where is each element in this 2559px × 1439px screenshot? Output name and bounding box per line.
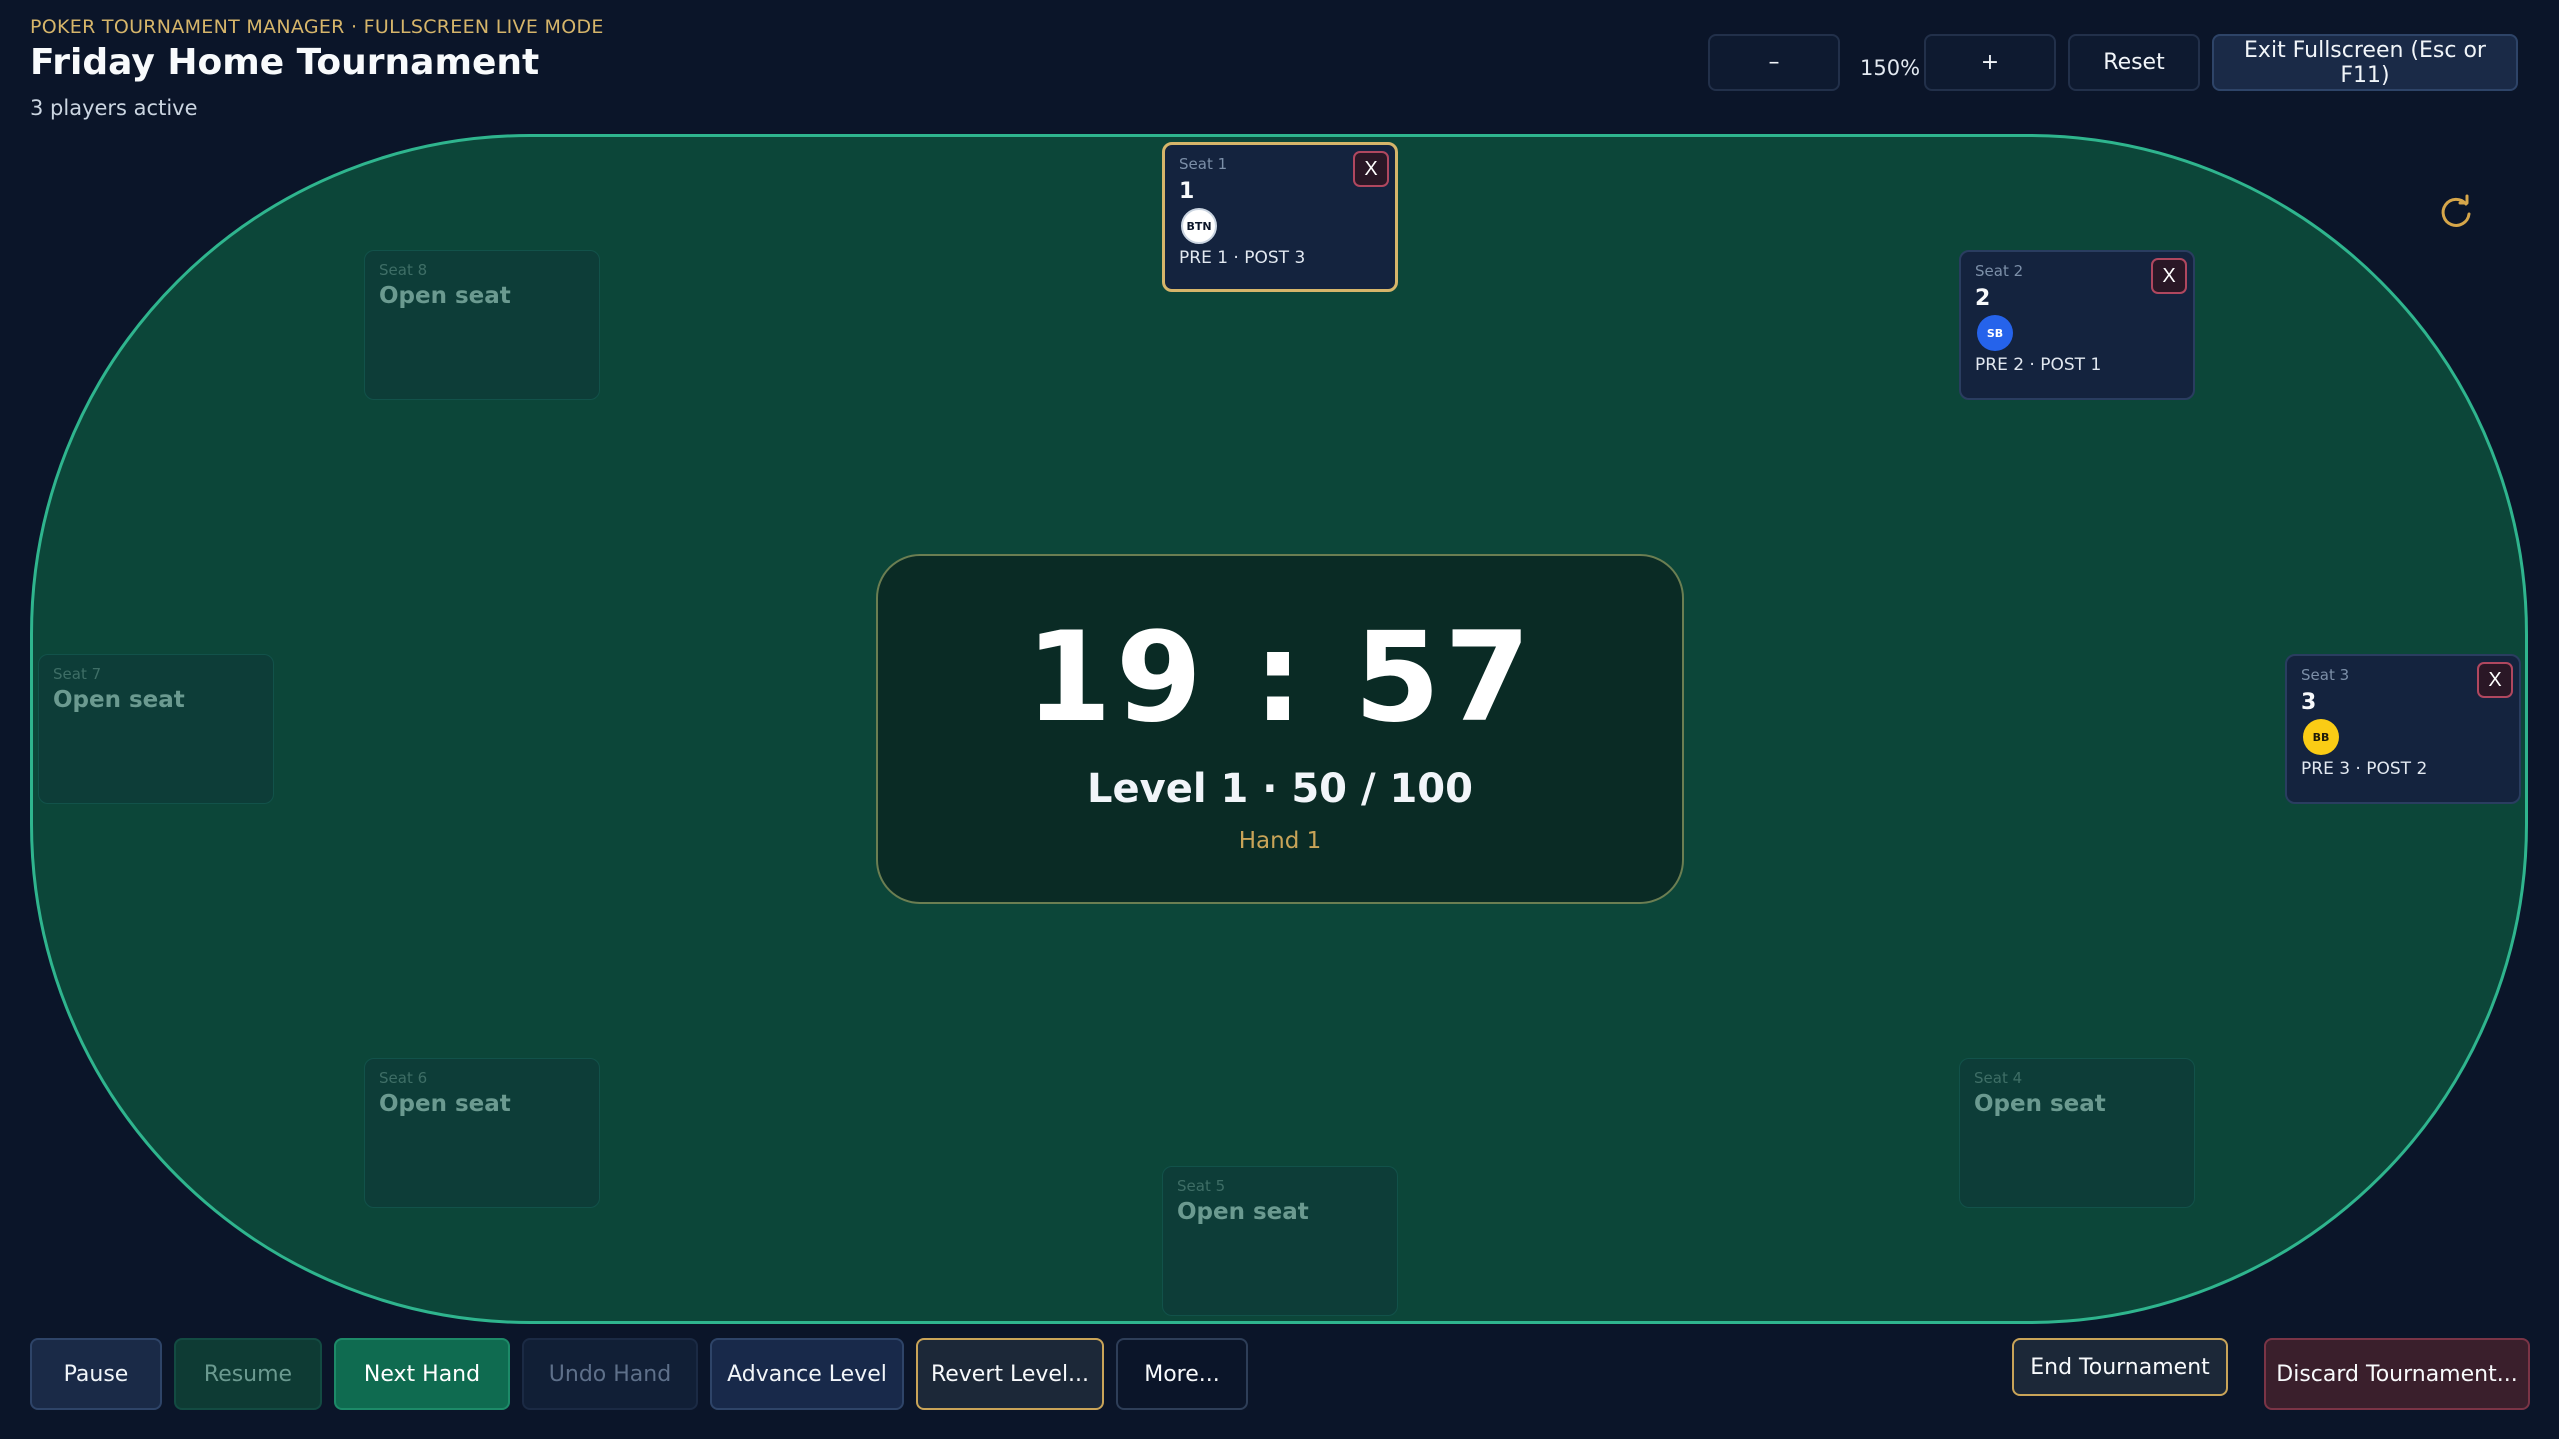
pause-button[interactable]: Pause bbox=[30, 1338, 162, 1410]
remove-player-button[interactable]: X bbox=[2151, 258, 2187, 294]
exit-fullscreen-button[interactable]: Exit Fullscreen (Esc or F11) bbox=[2212, 34, 2518, 91]
seat-8[interactable]: Seat 8 Open seat bbox=[364, 250, 600, 400]
app-label: POKER TOURNAMENT MANAGER · FULLSCREEN LI… bbox=[30, 16, 604, 38]
seat-6[interactable]: Seat 6 Open seat bbox=[364, 1058, 600, 1208]
end-tournament-button[interactable]: End Tournament bbox=[2012, 1338, 2228, 1396]
reset-zoom-button[interactable]: Reset bbox=[2068, 34, 2200, 91]
seat-3[interactable]: Seat 3 3 BB PRE 3 · POST 2 X bbox=[2285, 654, 2521, 804]
seat-label: Seat 3 bbox=[2301, 666, 2350, 684]
open-seat-label: Open seat bbox=[379, 283, 511, 309]
dealer-button-badge: BTN bbox=[1181, 208, 1217, 244]
discard-tournament-button[interactable]: Discard Tournament... bbox=[2264, 1338, 2530, 1410]
seat-label: Seat 1 bbox=[1179, 155, 1228, 173]
player-name: 1 bbox=[1179, 179, 1195, 204]
zoom-level: 150% bbox=[1860, 56, 1921, 80]
seat-label: Seat 7 bbox=[53, 665, 102, 683]
open-seat-label: Open seat bbox=[1974, 1091, 2106, 1117]
players-active-count: 3 players active bbox=[30, 96, 198, 120]
undo-hand-button[interactable]: Undo Hand bbox=[522, 1338, 698, 1410]
refresh-icon[interactable] bbox=[2436, 192, 2476, 232]
resume-button[interactable]: Resume bbox=[174, 1338, 322, 1410]
player-name: 2 bbox=[1975, 286, 1991, 311]
page-title: Friday Home Tournament bbox=[30, 42, 540, 83]
seat-label: Seat 4 bbox=[1974, 1069, 2023, 1087]
zoom-out-button[interactable]: – bbox=[1708, 34, 1840, 91]
open-seat-label: Open seat bbox=[379, 1091, 511, 1117]
open-seat-label: Open seat bbox=[53, 687, 185, 713]
seat-2[interactable]: Seat 2 2 SB PRE 2 · POST 1 X bbox=[1959, 250, 2195, 400]
big-blind-badge: BB bbox=[2303, 719, 2339, 755]
open-seat-label: Open seat bbox=[1177, 1199, 1309, 1225]
blind-level: Level 1 · 50 / 100 bbox=[1087, 766, 1473, 812]
more-button[interactable]: More... bbox=[1116, 1338, 1248, 1410]
seat-7[interactable]: Seat 7 Open seat bbox=[38, 654, 274, 804]
seat-label: Seat 6 bbox=[379, 1069, 428, 1087]
seat-label: Seat 5 bbox=[1177, 1177, 1226, 1195]
small-blind-badge: SB bbox=[1977, 315, 2013, 351]
next-hand-button[interactable]: Next Hand bbox=[334, 1338, 510, 1410]
seat-1[interactable]: Seat 1 1 BTN PRE 1 · POST 3 X bbox=[1162, 142, 1398, 292]
action-order: PRE 2 · POST 1 bbox=[1975, 355, 2102, 375]
advance-level-button[interactable]: Advance Level bbox=[710, 1338, 904, 1410]
revert-level-button[interactable]: Revert Level... bbox=[916, 1338, 1104, 1410]
action-order: PRE 3 · POST 2 bbox=[2301, 759, 2428, 779]
remove-player-button[interactable]: X bbox=[2477, 662, 2513, 698]
seat-5[interactable]: Seat 5 Open seat bbox=[1162, 1166, 1398, 1316]
remove-player-button[interactable]: X bbox=[1353, 151, 1389, 187]
zoom-in-button[interactable]: + bbox=[1924, 34, 2056, 91]
action-order: PRE 1 · POST 3 bbox=[1179, 248, 1306, 268]
seat-4[interactable]: Seat 4 Open seat bbox=[1959, 1058, 2195, 1208]
tournament-clock-panel: 19 : 57 Level 1 · 50 / 100 Hand 1 bbox=[876, 554, 1684, 904]
hand-counter: Hand 1 bbox=[1238, 828, 1322, 854]
player-name: 3 bbox=[2301, 690, 2317, 715]
clock-time: 19 : 57 bbox=[1025, 606, 1535, 750]
seat-label: Seat 8 bbox=[379, 261, 428, 279]
seat-label: Seat 2 bbox=[1975, 262, 2024, 280]
